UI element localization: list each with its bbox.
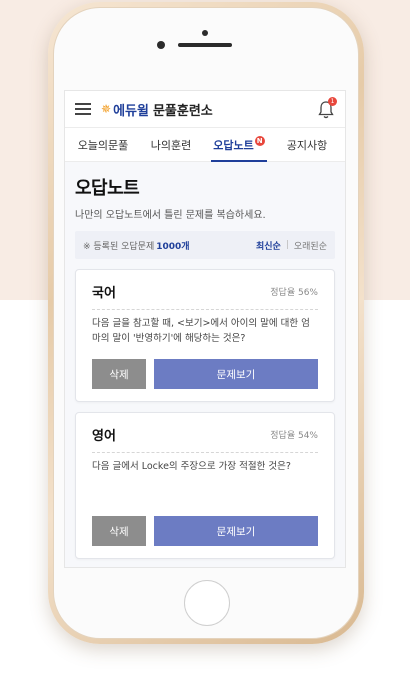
main-content: 오답노트 나만의 오답노트에서 틀린 문제를 복습하세요. ※ 등록된 오답문제…: [65, 162, 345, 567]
card-question: 다음 글에서 Locke의 주장으로 가장 적절한 것은?: [92, 461, 291, 472]
registered-count-label: ※ 등록된 오답문제: [83, 241, 155, 252]
card-correct-rate: 정답율 54%: [270, 431, 318, 441]
sort-oldest-link[interactable]: 오래된순: [294, 239, 327, 252]
menu-icon[interactable]: [75, 103, 91, 115]
card-subject: 국어: [92, 286, 116, 301]
wrong-note-card: 국어 정답율 56% 다음 글을 참고할 때, <보기>에서 아이의 말에 대한…: [75, 269, 335, 402]
notification-bell-icon[interactable]: 1: [317, 97, 337, 120]
info-bar: ※ 등록된 오답문제 1000개 최신순 | 오래된순: [75, 231, 335, 259]
card-correct-rate: 정답율 56%: [270, 288, 318, 298]
tab-label: 오늘의문풀: [77, 138, 129, 152]
notification-badge: 1: [328, 97, 337, 106]
card-actions: 삭제 문제보기: [92, 359, 318, 389]
card-header: 국어 정답율 56%: [92, 282, 318, 310]
phone-camera: [157, 41, 165, 49]
new-badge: N: [254, 135, 265, 146]
logo-star-icon: ✵: [101, 102, 112, 116]
delete-button[interactable]: 삭제: [92, 516, 146, 546]
logo-brand: 에듀윌: [113, 103, 149, 119]
card-question: 다음 글을 참고할 때, <보기>에서 아이의 말에 대한 엄마의 말이 '반영…: [92, 318, 310, 344]
main-tabs: 오늘의문풀 나의훈련 오답노트 N 공지사항: [65, 128, 345, 162]
view-question-button[interactable]: 문제보기: [154, 359, 318, 389]
page-title: 오답노트: [75, 178, 140, 199]
delete-button[interactable]: 삭제: [92, 359, 146, 389]
card-header: 영어 정답율 54%: [92, 425, 318, 453]
tab-today[interactable]: 오늘의문풀: [69, 128, 137, 161]
card-subject: 영어: [92, 429, 116, 444]
sort-divider: |: [285, 240, 289, 250]
sort-options: 최신순 | 오래된순: [256, 239, 327, 252]
app-header: ✵ 에듀윌 문풀훈련소 1: [65, 91, 345, 128]
sort-newest-link[interactable]: 최신순: [256, 239, 281, 252]
app-logo[interactable]: ✵ 에듀윌 문풀훈련소: [101, 100, 213, 119]
tab-wrong-note[interactable]: 오답노트 N: [205, 128, 273, 162]
tab-notice[interactable]: 공지사항: [273, 128, 341, 161]
tab-label: 오답노트: [213, 138, 254, 152]
app-screen: ✵ 에듀윌 문풀훈련소 1 오늘의문풀 나의훈련 오답노트 N 공지사항 오답노…: [64, 90, 346, 568]
page-subtitle: 나만의 오답노트에서 틀린 문제를 복습하세요.: [75, 210, 266, 221]
wrong-note-card: 영어 정답율 54% 다음 글에서 Locke의 주장으로 가장 적절한 것은?…: [75, 412, 335, 559]
registered-count: 1000개: [156, 241, 190, 252]
view-question-button[interactable]: 문제보기: [154, 516, 318, 546]
phone-speaker: [178, 43, 232, 47]
phone-sensor: [202, 30, 208, 36]
card-actions: 삭제 문제보기: [92, 516, 318, 546]
tab-label: 나의훈련: [150, 138, 192, 152]
logo-service-name: 문풀훈련소: [152, 103, 213, 119]
phone-home-button[interactable]: [184, 580, 230, 626]
tab-label: 공지사항: [286, 138, 328, 152]
tab-my-training[interactable]: 나의훈련: [137, 128, 205, 161]
